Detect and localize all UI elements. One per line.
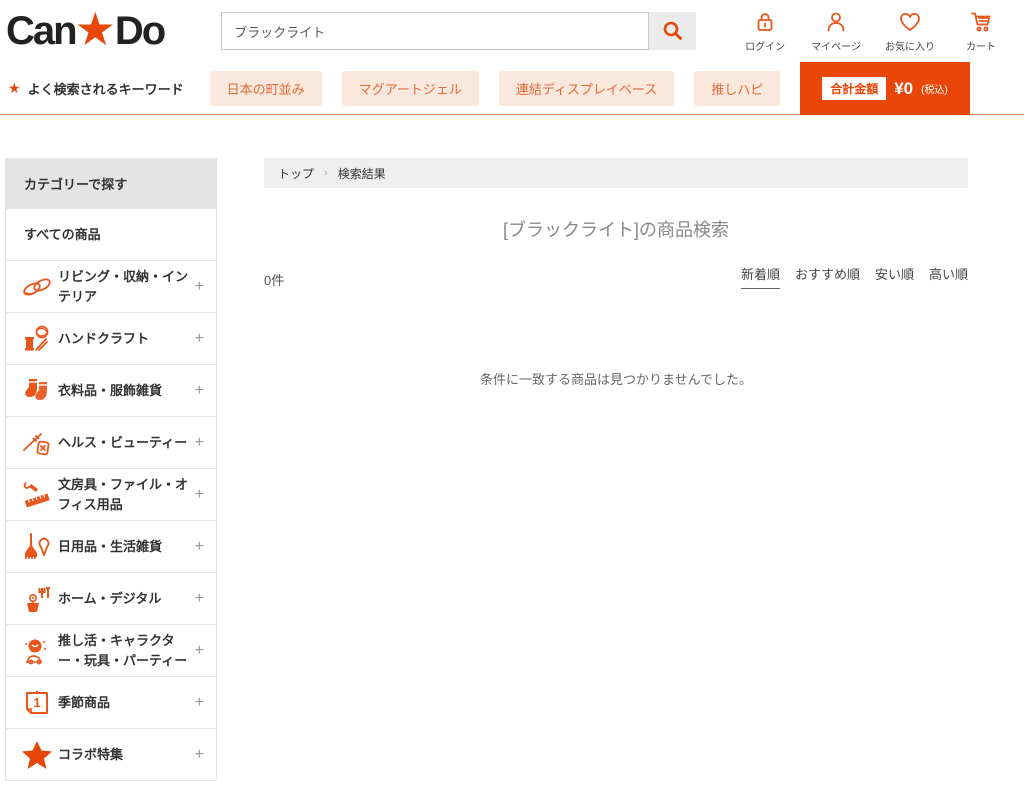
sidebar-item-label: 日用品・生活雑貨 — [58, 537, 191, 557]
sort-price-low[interactable]: 安い順 — [875, 264, 914, 289]
expand-plus-icon[interactable]: + — [191, 434, 204, 452]
stationery-icon — [16, 480, 58, 510]
favorites-label: お気に入り — [885, 38, 935, 53]
result-count: 0件 — [264, 270, 284, 289]
handcraft-icon — [16, 324, 58, 354]
beauty-icon — [16, 428, 58, 458]
sidebar-item-seasonal[interactable]: 1 季節商品 + — [6, 676, 216, 728]
search-input[interactable] — [221, 12, 649, 50]
sidebar-item-label: 推し活・キャラクター・玩具・パーティー — [58, 631, 191, 670]
keyword-caption: ★ よく検索されるキーワード — [8, 79, 184, 98]
sidebar-item-oshi-character[interactable]: 推し活・キャラクター・玩具・パーティー + — [6, 624, 216, 676]
sidebar-item-label: ハンドクラフト — [58, 329, 191, 349]
mypage-button[interactable]: マイページ — [811, 9, 861, 53]
cart-label: カート — [966, 38, 996, 53]
home-icon — [16, 584, 58, 614]
sidebar-item-label: すべての商品 — [24, 225, 204, 245]
site-logo[interactable]: Can★Do — [6, 6, 164, 56]
keyword-tag-1[interactable]: 日本の町並み — [210, 71, 322, 106]
search-button[interactable] — [649, 12, 696, 50]
search-results-main: トップ › 検索結果 [ブラックライト]の商品検索 0件 新着順 おすすめ順 安… — [264, 158, 968, 781]
sidebar-item-label: ホーム・デジタル — [58, 589, 191, 609]
magnifier-icon — [661, 19, 685, 43]
page-title: [ブラックライト]の商品検索 — [264, 216, 968, 242]
keyword-tag-2[interactable]: マグアートジェル — [342, 71, 479, 106]
empty-results-message: 条件に一致する商品は見つかりませんでした。 — [264, 369, 968, 388]
breadcrumb-home-link[interactable]: トップ — [278, 165, 314, 182]
cart-total-box[interactable]: 合計金額 ¥0 (税込) — [800, 62, 970, 115]
sidebar-item-label: コラボ特集 — [58, 745, 191, 765]
sidebar-item-label: 衣料品・服飾雑貨 — [58, 381, 191, 401]
sidebar-item-beauty[interactable]: ヘルス・ビューティー + — [6, 416, 216, 468]
cart-icon — [968, 9, 994, 35]
sidebar-item-handcraft[interactable]: ハンドクラフト + — [6, 312, 216, 364]
sidebar-item-daily-goods[interactable]: 日用品・生活雑貨 + — [6, 520, 216, 572]
expand-plus-icon[interactable]: + — [191, 590, 204, 608]
user-nav: ログイン マイページ お気に入り — [743, 9, 1003, 53]
cart-total-tax-note: (税込) — [921, 81, 948, 96]
broom-icon — [16, 532, 58, 562]
sidebar-item-all-products[interactable]: すべての商品 — [6, 208, 216, 260]
expand-plus-icon[interactable]: + — [191, 642, 204, 660]
sidebar-item-living[interactable]: リビング・収納・インテリア + — [6, 260, 216, 312]
keyword-bar: ★ よく検索されるキーワード 日本の町並み マグアートジェル 連結ディスプレイベ… — [0, 62, 1024, 115]
category-sidebar: カテゴリーで探す すべての商品 リビング・収納・インテリア + — [5, 158, 217, 781]
expand-plus-icon[interactable]: + — [191, 694, 204, 712]
expand-plus-icon[interactable]: + — [191, 486, 204, 504]
star-icon — [16, 739, 58, 771]
cart-total-amount: ¥0 — [894, 79, 913, 99]
character-icon — [16, 636, 58, 666]
expand-plus-icon[interactable]: + — [191, 746, 204, 764]
expand-plus-icon[interactable]: + — [191, 538, 204, 556]
sort-options: 新着順 おすすめ順 安い順 高い順 — [741, 264, 968, 289]
logo-star-icon: ★ — [75, 6, 116, 52]
login-button[interactable]: ログイン — [743, 9, 787, 53]
sidebar-item-clothing[interactable]: 衣料品・服飾雑貨 + — [6, 364, 216, 416]
expand-plus-icon[interactable]: + — [191, 330, 204, 348]
sidebar-item-home-digital[interactable]: ホーム・デジタル + — [6, 572, 216, 624]
mypage-label: マイページ — [811, 38, 861, 53]
sort-recommended[interactable]: おすすめ順 — [795, 264, 860, 289]
sidebar-item-collab[interactable]: コラボ特集 + — [6, 728, 216, 780]
cart-total-label: 合計金額 — [822, 77, 886, 100]
keyword-star-icon: ★ — [8, 80, 21, 97]
breadcrumb: トップ › 検索結果 — [264, 158, 968, 188]
site-header: Can★Do ログイン — [0, 0, 1024, 62]
breadcrumb-separator-icon: › — [324, 167, 328, 179]
slippers-icon — [16, 272, 58, 302]
cando-search-page: Can★Do ログイン — [0, 0, 1024, 797]
sidebar-title: カテゴリーで探す — [6, 158, 216, 208]
logo-text-can: Can — [6, 11, 76, 51]
socks-icon — [16, 376, 58, 406]
breadcrumb-current: 検索結果 — [338, 165, 386, 182]
sidebar-item-label: リビング・収納・インテリア — [58, 267, 191, 306]
sidebar-item-label: 文房具・ファイル・オフィス用品 — [58, 475, 191, 514]
keyword-tag-3[interactable]: 連結ディスプレイベース — [499, 71, 674, 106]
sort-price-high[interactable]: 高い順 — [929, 264, 968, 289]
sort-newest[interactable]: 新着順 — [741, 264, 780, 289]
user-icon — [823, 9, 849, 35]
cart-button[interactable]: カート — [959, 9, 1003, 53]
login-label: ログイン — [745, 38, 785, 53]
calendar-icon: 1 — [16, 688, 58, 718]
keyword-tag-4[interactable]: 推しハピ — [694, 71, 780, 106]
search-box — [221, 12, 696, 50]
heart-icon — [897, 9, 923, 35]
logo-text-do: Do — [115, 11, 164, 51]
favorites-button[interactable]: お気に入り — [885, 9, 935, 53]
expand-plus-icon[interactable]: + — [191, 382, 204, 400]
sidebar-item-stationery[interactable]: 文房具・ファイル・オフィス用品 + — [6, 468, 216, 520]
keyword-caption-label: よく検索されるキーワード — [28, 79, 184, 98]
lock-icon — [752, 9, 778, 35]
result-toolbar: 0件 新着順 おすすめ順 安い順 高い順 — [264, 264, 968, 289]
sidebar-item-label: ヘルス・ビューティー — [58, 433, 191, 453]
svg-text:1: 1 — [33, 695, 40, 710]
sidebar-item-label: 季節商品 — [58, 693, 191, 713]
content-area: カテゴリーで探す すべての商品 リビング・収納・インテリア + — [0, 158, 1024, 781]
expand-plus-icon[interactable]: + — [191, 278, 204, 296]
